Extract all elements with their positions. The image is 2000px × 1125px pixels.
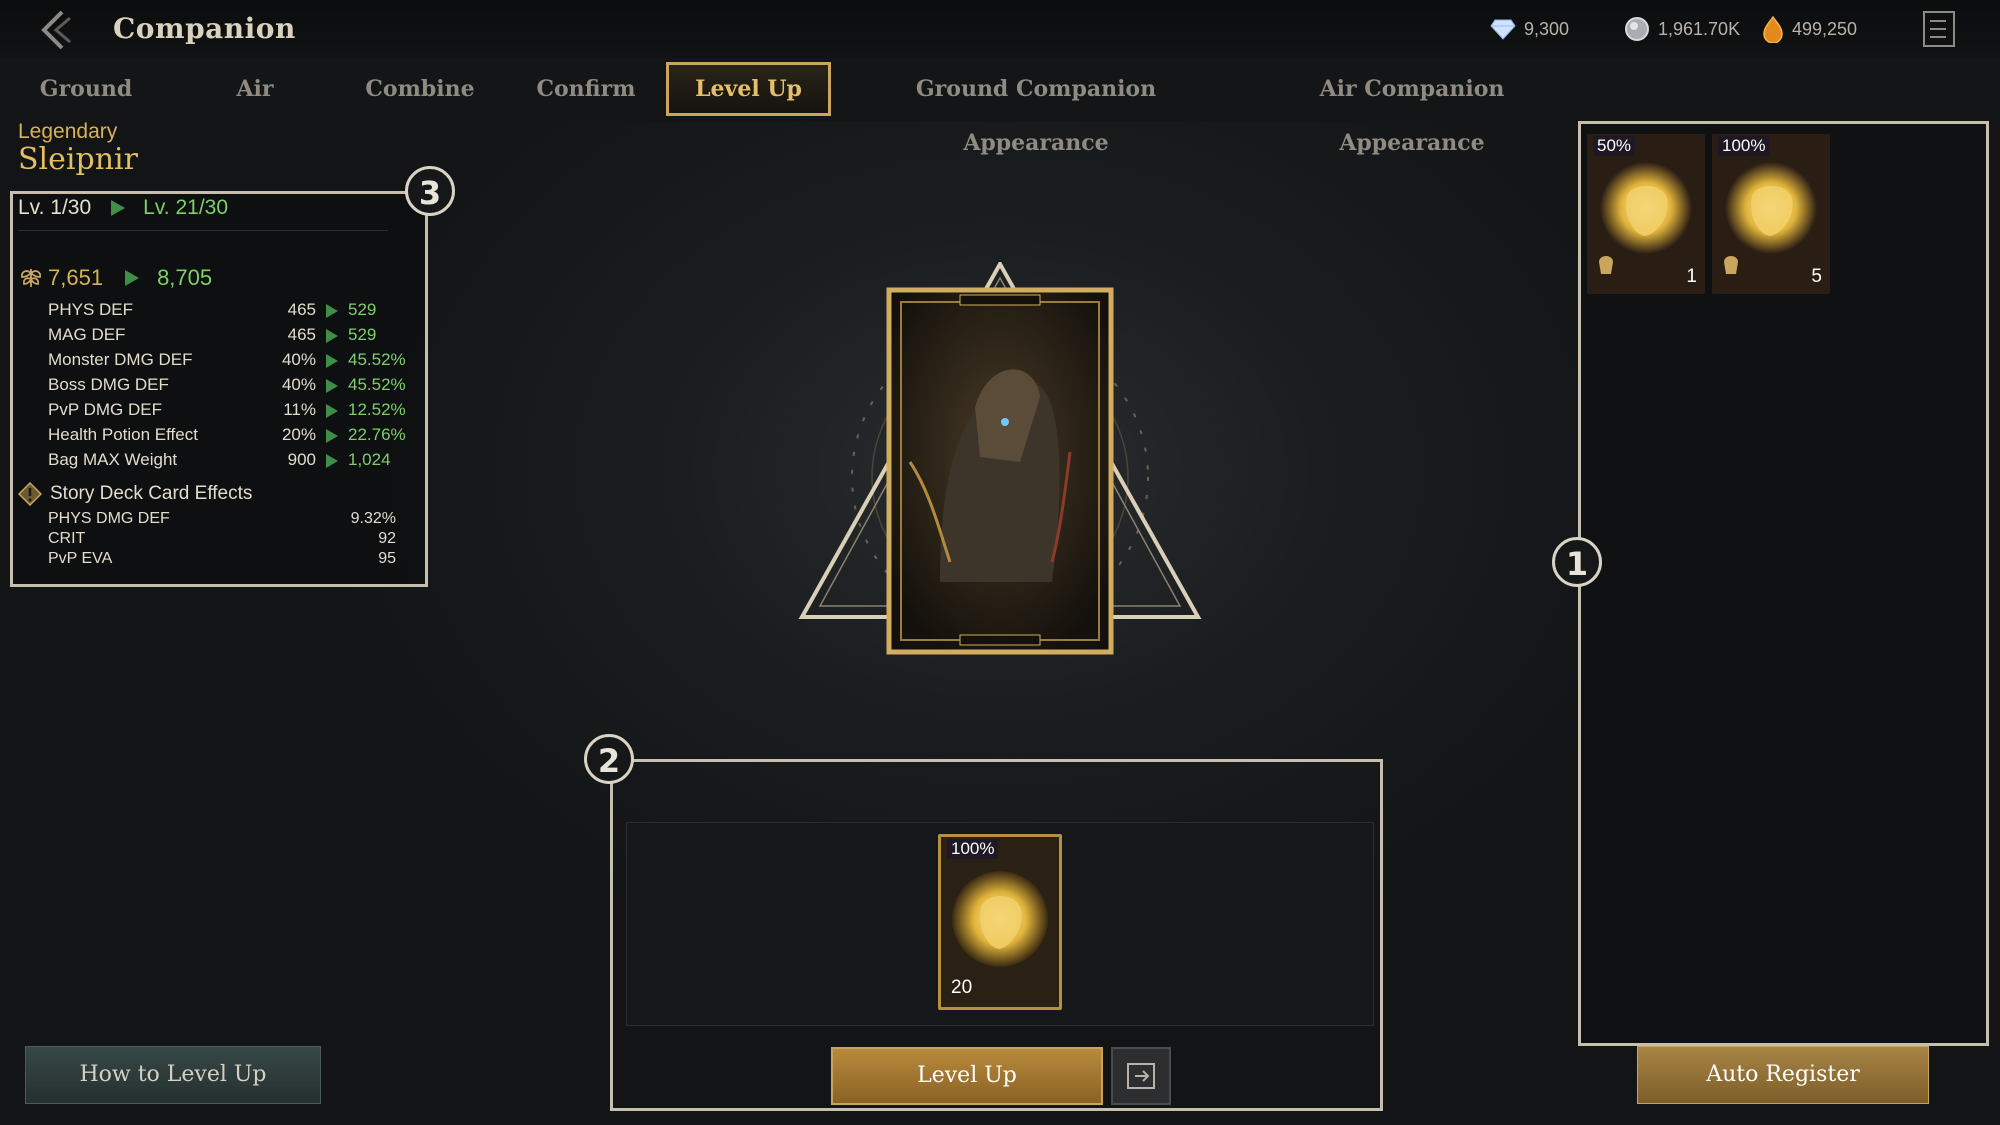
arrow-right-icon [326,354,338,368]
inventory-item[interactable]: 100% 5 [1712,134,1830,294]
side-menu-icon[interactable] [1920,8,1960,50]
stat-row: PvP DMG DEF 11% 12.52% [48,400,408,424]
item-count: 5 [1811,266,1822,287]
stat-row: Monster DMG DEF 40% 45.52% [48,350,408,374]
level-next: Lv. 21/30 [143,196,229,219]
stat-row: MAG DEF 465 529 [48,325,408,349]
inventory-panel-badge: 1 [1552,537,1602,587]
arrow-right-icon [326,404,338,418]
stat-row: PHYS DEF 465 529 [48,300,408,324]
tab-ground[interactable]: Ground [30,62,142,116]
arrow-right-icon [326,454,338,468]
level-up-button[interactable]: Level Up [831,1047,1103,1105]
companion-name: Sleipnir [18,142,138,177]
stat-from: 11% [283,400,316,419]
reset-slots-button[interactable] [1111,1047,1171,1105]
story-deck-title: Story Deck Card Effects [50,483,253,504]
arrow-right-icon [326,379,338,393]
silver-coin-icon [1625,17,1649,41]
level-row: Lv. 1/30 Lv. 21/30 [18,196,228,220]
stat-name: Health Potion Effect [48,425,198,444]
stat-from: 900 [287,450,316,469]
stat-from: 40% [281,350,316,369]
combat-power-row: 7,651 8,705 [18,265,212,291]
stat-name: Monster DMG DEF [48,350,193,369]
stat-to: 45.52% [348,350,406,369]
story-effect-name: CRIT [48,530,86,547]
item-percent: 50% [1593,136,1636,156]
stat-to: 529 [348,325,377,344]
stat-row: Boss DMG DEF 40% 45.52% [48,375,408,399]
back-icon[interactable] [36,8,76,52]
stats-panel-badge: 3 [405,166,455,216]
amber-gem-icon [1763,15,1783,43]
story-deck-heading: Story Deck Card Effects [18,482,252,506]
story-effect-value: 9.32% [350,510,396,527]
stat-to: 529 [348,300,377,319]
arrow-right-icon [111,200,126,216]
tab-ground-companion-appearance[interactable]: Ground Companion Appearance [858,62,1214,156]
how-to-level-up-button[interactable]: How to Level Up [25,1046,321,1104]
arrow-right-icon [125,270,140,286]
reset-icon [1127,1063,1155,1089]
cp-next: 8,705 [157,265,213,290]
story-effect-row: PvP EVA 95 [48,550,396,568]
story-effect-name: PHYS DMG DEF [48,510,170,527]
tab-level-up[interactable]: Level Up [666,62,831,116]
stat-name: PHYS DEF [48,300,134,319]
companion-grade: Legendary [18,120,118,143]
story-effect-row: PHYS DMG DEF 9.32% [48,510,396,528]
stat-row: Bag MAX Weight 900 1,024 [48,450,408,474]
stat-to: 12.52% [348,400,406,419]
item-count: 1 [1686,266,1697,287]
arrow-right-icon [326,329,338,343]
stat-to: 45.52% [348,375,406,394]
tab-confirm[interactable]: Confirm [530,62,642,116]
diamond-currency: 9,300 [1490,16,1569,42]
tab-combine[interactable]: Combine [362,62,478,116]
story-effect-value: 92 [378,530,396,547]
arrow-right-icon [326,304,338,318]
stat-name: MAG DEF [48,325,126,344]
stat-from: 20% [281,425,316,444]
story-deck-icon [18,482,42,506]
item-percent: 100% [1718,136,1770,156]
stat-name: Bag MAX Weight [48,450,178,469]
combat-power-icon [20,269,42,287]
stat-from: 465 [287,300,316,319]
amber-currency: 499,250 [1762,15,1858,43]
silver-currency: 1,961.70K [1624,16,1740,42]
page-title: Companion [113,12,296,45]
story-effect-row: CRIT 92 [48,530,396,548]
amber-value: 499,250 [1792,18,1858,39]
enhance-panel-badge: 2 [584,734,634,784]
arrow-right-icon [326,429,338,443]
tab-air[interactable]: Air [220,62,290,116]
tab-air-companion-appearance[interactable]: Air Companion Appearance [1262,62,1562,156]
auto-register-button[interactable]: Auto Register [1637,1046,1929,1104]
divider [18,230,388,231]
stat-to: 1,024 [348,450,391,469]
stat-row: Health Potion Effect 20% 22.76% [48,425,408,449]
slot-percent: 100% [947,839,999,859]
story-effect-value: 95 [378,550,396,567]
diamond-icon [1490,19,1516,40]
stat-from: 465 [287,325,316,344]
stat-to: 22.76% [348,425,406,444]
companion-card-art [798,262,1202,655]
stat-name: PvP DMG DEF [48,400,162,419]
story-effect-name: PvP EVA [48,550,113,567]
stat-name: Boss DMG DEF [48,375,169,394]
diamond-value: 9,300 [1524,18,1570,39]
cp-current: 7,651 [48,265,104,290]
level-current: Lv. 1/30 [18,196,92,219]
slot-count: 20 [951,977,973,998]
stat-from: 40% [281,375,316,394]
inventory-item[interactable]: 50% 1 [1587,134,1705,294]
silver-value: 1,961.70K [1658,18,1741,39]
material-slot-card[interactable]: 100% 20 [938,834,1062,1010]
